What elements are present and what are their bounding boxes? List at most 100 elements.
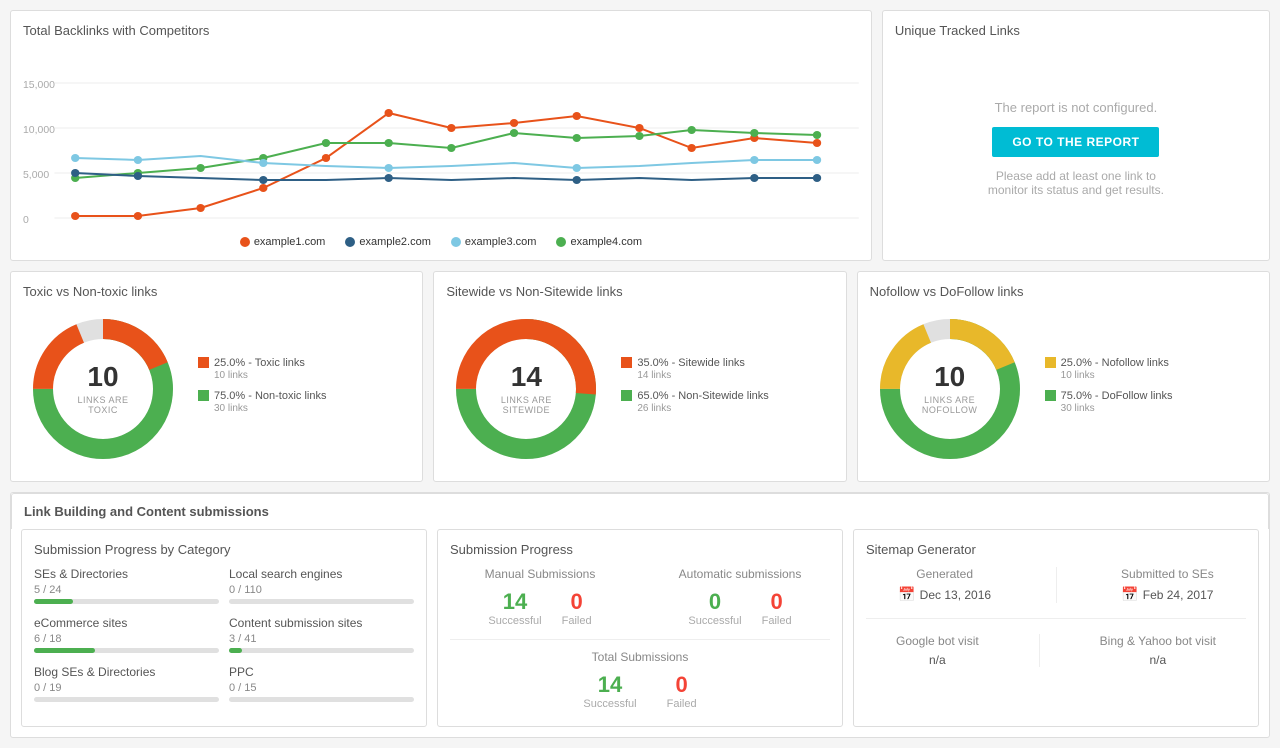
sitewide-legend-box-1 xyxy=(621,357,632,368)
sitemap-panel: Sitemap Generator Generated 📅 Dec 13, 20… xyxy=(853,529,1259,727)
toxic-donut-container: 10 LINKS ARE TOXIC 25.0% - Toxic links 1… xyxy=(23,309,410,469)
backlinks-panel: Total Backlinks with Competitors 0 5,000… xyxy=(10,10,872,261)
backlinks-title: Total Backlinks with Competitors xyxy=(23,23,859,38)
nofollow-legend-box-2 xyxy=(1045,390,1056,401)
sub-cat-ecom-count: 6 / 18 xyxy=(34,633,62,645)
backlinks-chart: 0 5,000 10,000 15,000 xyxy=(23,48,859,228)
bing-bot-label: Bing & Yahoo bot visit xyxy=(1100,634,1216,648)
sub-cat-ses-count: 5 / 24 xyxy=(34,584,62,596)
sitewide-donut-panel: Sitewide vs Non-Sitewide links 14 LINKS … xyxy=(433,271,846,482)
sitewide-donut-title: Sitewide vs Non-Sitewide links xyxy=(446,284,833,299)
nofollow-donut-legend: 25.0% - Nofollow links 10 links 75.0% - … xyxy=(1045,356,1173,423)
total-title: Total Submissions xyxy=(450,650,830,664)
sub-cat-ecom: eCommerce sites 6 / 18 xyxy=(34,616,219,653)
sub-cat-ecom-fill xyxy=(34,648,95,653)
auto-failed-label: Failed xyxy=(762,615,792,627)
bing-bot-visit: Bing & Yahoo bot visit n/a xyxy=(1100,634,1216,667)
sitemap-generated-label: Generated xyxy=(898,567,991,581)
manual-submissions: Manual Submissions 14 Successful 0 Faile… xyxy=(450,567,630,627)
nofollow-legend-text-1: 25.0% - Nofollow links 10 links xyxy=(1061,356,1169,381)
total-successful-box: 14 Successful xyxy=(583,672,636,710)
sitemap-top-row: Generated 📅 Dec 13, 2016 Submitted to SE… xyxy=(866,567,1246,619)
sitemap-generated: Generated 📅 Dec 13, 2016 xyxy=(898,567,991,603)
sub-cat-ses-fill xyxy=(34,599,73,604)
submission-category-grid: SEs & Directories 5 / 24 xyxy=(34,567,414,714)
sub-cat-local: Local search engines 0 / 110 xyxy=(229,567,414,604)
sitemap-submitted-label: Submitted to SEs xyxy=(1121,567,1214,581)
legend-label-3: example3.com xyxy=(465,236,537,248)
total-submissions: Total Submissions 14 Successful 0 Failed xyxy=(450,650,830,710)
automatic-title: Automatic submissions xyxy=(650,567,830,581)
sitemap-submitted: Submitted to SEs 📅 Feb 24, 2017 xyxy=(1121,567,1214,603)
auto-successful-label: Successful xyxy=(688,615,741,627)
sub-cat-ppc-bar xyxy=(229,697,414,702)
toxic-legend-item-1: 25.0% - Toxic links 10 links xyxy=(198,356,327,381)
submission-category-panel: Submission Progress by Category SEs & Di… xyxy=(21,529,427,727)
sub-cat-ppc-count: 0 / 15 xyxy=(229,682,257,694)
automatic-stats: 0 Successful 0 Failed xyxy=(650,589,830,627)
google-bot-value: n/a xyxy=(896,653,979,667)
legend-item-1: example1.com xyxy=(240,236,326,248)
sub-cat-ppc-name: PPC xyxy=(229,665,254,679)
submission-progress-panel: Submission Progress Manual Submissions 1… xyxy=(437,529,843,727)
sitewide-legend-text-2: 65.0% - Non-Sitewide links 26 links xyxy=(637,389,768,414)
automatic-submissions: Automatic submissions 0 Successful 0 Fai… xyxy=(650,567,830,627)
nofollow-donut-title: Nofollow vs DoFollow links xyxy=(870,284,1257,299)
sub-cat-local-name: Local search engines xyxy=(229,567,342,581)
sub-cat-blog-bar xyxy=(34,697,219,702)
sub-cat-content-bar xyxy=(229,648,414,653)
manual-title: Manual Submissions xyxy=(450,567,630,581)
bottom-section: Link Building and Content submissions Su… xyxy=(10,492,1270,738)
nofollow-donut-number: 10 xyxy=(910,363,990,391)
go-to-report-button[interactable]: GO TO THE REPORT xyxy=(992,127,1159,157)
sitewide-donut-label: LINKS ARE SITEWIDE xyxy=(486,395,566,415)
sub-cat-content-count: 3 / 41 xyxy=(229,633,257,645)
nofollow-donut-center: 10 LINKS ARE NOFOLLOW xyxy=(910,363,990,415)
sub-cat-blog-name: Blog SEs & Directories xyxy=(34,665,155,679)
sitemap-submitted-date: Feb 24, 2017 xyxy=(1143,588,1214,602)
sub-cat-ses-bar xyxy=(34,599,219,604)
legend-dot-1 xyxy=(240,237,250,247)
total-successful-number: 14 xyxy=(583,672,636,698)
toxic-legend-box-2 xyxy=(198,390,209,401)
toxic-legend-item-2: 75.0% - Non-toxic links 30 links xyxy=(198,389,327,414)
nofollow-donut-label: LINKS ARE NOFOLLOW xyxy=(910,395,990,415)
sitemap-submitted-value: 📅 Feb 24, 2017 xyxy=(1121,586,1214,603)
manual-successful-box: 14 Successful xyxy=(488,589,541,627)
sitewide-donut-center: 14 LINKS ARE SITEWIDE xyxy=(486,363,566,415)
legend-label-1: example1.com xyxy=(254,236,326,248)
sub-cat-content-fill xyxy=(229,648,242,653)
svg-text:0: 0 xyxy=(23,215,29,226)
sub-cat-content: Content submission sites 3 / 41 xyxy=(229,616,414,653)
calendar-icon-1: 📅 xyxy=(898,586,915,603)
toxic-legend-box-1 xyxy=(198,357,209,368)
sub-cat-local-bar xyxy=(229,599,414,604)
unique-tracked-title: Unique Tracked Links xyxy=(895,23,1257,38)
sitemap-generated-date: Dec 13, 2016 xyxy=(920,588,991,602)
sitewide-legend-text-1: 35.0% - Sitewide links 14 links xyxy=(637,356,745,381)
calendar-icon-2: 📅 xyxy=(1121,586,1138,603)
total-failed-label: Failed xyxy=(667,698,697,710)
sitewide-donut-number: 14 xyxy=(486,363,566,391)
toxic-donut-legend: 25.0% - Toxic links 10 links 75.0% - Non… xyxy=(198,356,327,423)
google-bot-label: Google bot visit xyxy=(896,634,979,648)
manual-successful-label: Successful xyxy=(488,615,541,627)
sub-cat-ecom-bar xyxy=(34,648,219,653)
auto-failed-box: 0 Failed xyxy=(762,589,792,627)
toxic-donut-title: Toxic vs Non-toxic links xyxy=(23,284,410,299)
total-failed-number: 0 xyxy=(667,672,697,698)
sitewide-legend-item-2: 65.0% - Non-Sitewide links 26 links xyxy=(621,389,768,414)
sitewide-legend-box-2 xyxy=(621,390,632,401)
toxic-donut-panel: Toxic vs Non-toxic links 10 LINKS ARE TO… xyxy=(10,271,423,482)
total-stats: 14 Successful 0 Failed xyxy=(450,672,830,710)
svg-text:10,000: 10,000 xyxy=(23,125,55,136)
sitemap-divider-v2 xyxy=(1039,634,1040,667)
submission-category-col-left: SEs & Directories 5 / 24 xyxy=(34,567,219,714)
sitemap-bot-row: Google bot visit n/a Bing & Yahoo bot vi… xyxy=(866,634,1246,667)
sitemap-generated-value: 📅 Dec 13, 2016 xyxy=(898,586,991,603)
toxic-donut-number: 10 xyxy=(63,363,143,391)
legend-label-2: example2.com xyxy=(359,236,431,248)
sitewide-donut-svg: 14 LINKS ARE SITEWIDE xyxy=(446,309,606,469)
submission-stats-row: Manual Submissions 14 Successful 0 Faile… xyxy=(450,567,830,627)
divider-1 xyxy=(450,639,830,640)
